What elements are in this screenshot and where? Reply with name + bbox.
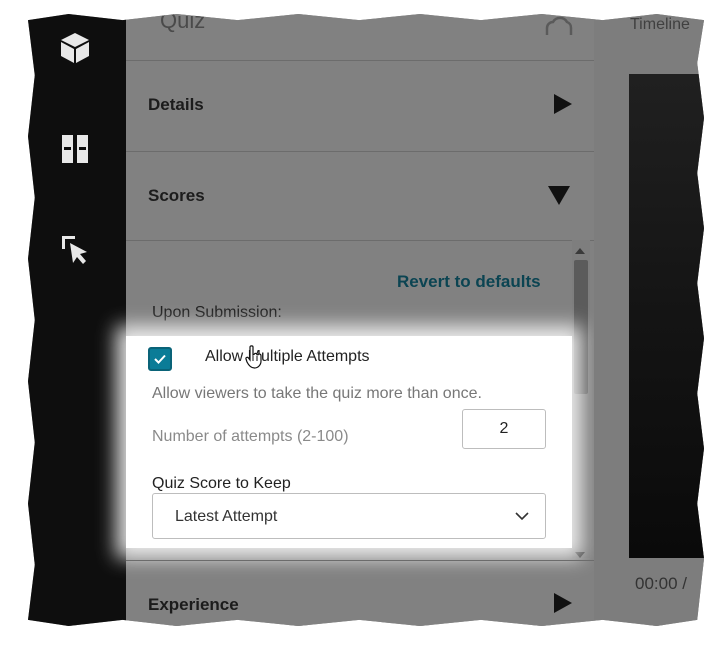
details-section-header[interactable]: Details bbox=[126, 61, 594, 151]
quiz-score-to-keep-select[interactable]: Latest Attempt bbox=[152, 493, 546, 539]
allow-multiple-attempts-label[interactable]: Allow Multiple Attempts bbox=[205, 348, 370, 366]
experience-section-header[interactable]: Experience bbox=[126, 561, 594, 626]
properties-panel: Quiz Details Scores Revert to defaults U… bbox=[126, 14, 594, 626]
details-label: Details bbox=[148, 95, 204, 114]
hand-cursor-icon bbox=[245, 345, 263, 369]
scores-label: Scores bbox=[148, 186, 205, 205]
triangle-right-icon bbox=[550, 92, 574, 116]
cloud-icon[interactable] bbox=[544, 14, 574, 36]
preview-pane: Timeline 00:00 / bbox=[594, 14, 704, 626]
preview-title: Timeline bbox=[630, 16, 690, 33]
book-icon[interactable] bbox=[58, 132, 92, 166]
sidebar bbox=[28, 14, 126, 626]
experience-label: Experience bbox=[148, 595, 239, 614]
scroll-down-arrow-icon[interactable] bbox=[575, 552, 585, 558]
triangle-down-icon bbox=[546, 183, 570, 207]
attempts-settings-group: Allow Multiple Attempts Allow viewers to… bbox=[126, 336, 572, 548]
screenshot-frame: Quiz Details Scores Revert to defaults U… bbox=[28, 14, 704, 626]
number-of-attempts-input[interactable] bbox=[462, 409, 546, 449]
scores-scrollbar[interactable] bbox=[572, 240, 590, 558]
check-icon bbox=[154, 354, 166, 364]
video-time-readout: 00:00 / bbox=[635, 574, 687, 593]
upon-submission-label: Upon Submission: bbox=[152, 304, 282, 321]
number-of-attempts-label: Number of attempts (2-100) bbox=[152, 428, 349, 445]
scroll-thumb[interactable] bbox=[574, 260, 588, 394]
revert-to-defaults-link[interactable]: Revert to defaults bbox=[397, 272, 541, 292]
scroll-up-arrow-icon[interactable] bbox=[575, 248, 585, 254]
quiz-score-to-keep-label: Quiz Score to Keep bbox=[152, 475, 291, 492]
video-preview[interactable] bbox=[629, 74, 704, 558]
divider bbox=[126, 240, 594, 241]
triangle-right-icon bbox=[550, 591, 574, 615]
panel-title: Quiz bbox=[160, 14, 206, 33]
scores-section-header[interactable]: Scores bbox=[126, 152, 594, 240]
allow-multiple-description: Allow viewers to take the quiz more than… bbox=[152, 385, 482, 402]
allow-multiple-attempts-checkbox[interactable] bbox=[148, 347, 172, 371]
chevron-down-icon bbox=[515, 512, 529, 521]
cube-icon[interactable] bbox=[58, 31, 92, 65]
cursor-select-icon[interactable] bbox=[58, 232, 92, 266]
quiz-score-to-keep-value: Latest Attempt bbox=[175, 508, 278, 525]
